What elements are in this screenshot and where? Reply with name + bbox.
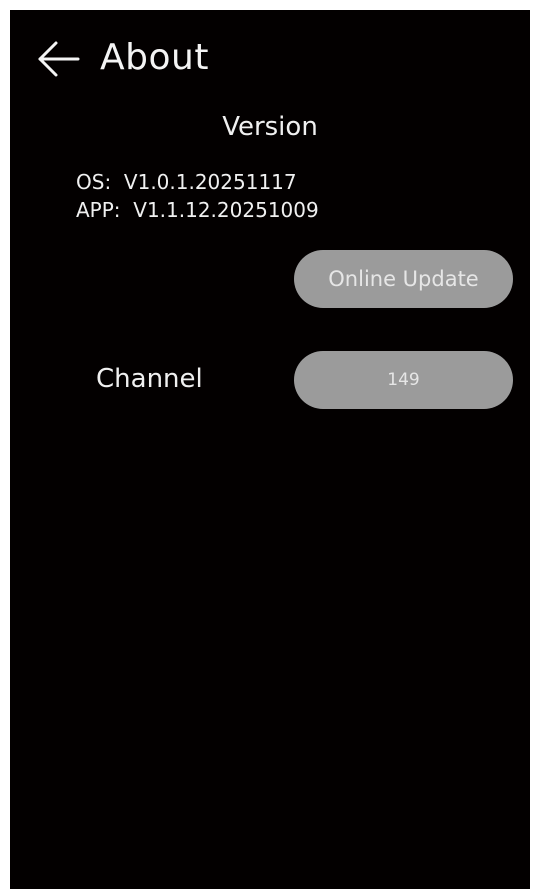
os-version-value: V1.0.1.20251117 — [123, 170, 297, 194]
channel-label: Channel — [96, 364, 203, 394]
app-version-row: APP: V1.1.12.20251009 — [76, 198, 319, 222]
app-label: APP: — [76, 198, 121, 222]
arrow-left-icon — [37, 40, 81, 78]
version-heading: Version — [222, 112, 318, 142]
online-update-button[interactable]: Online Update — [294, 250, 513, 308]
back-button[interactable] — [37, 40, 81, 78]
app-version-value: V1.1.12.20251009 — [133, 198, 319, 222]
page-title: About — [100, 37, 209, 78]
channel-value-button[interactable]: 149 — [294, 351, 513, 409]
about-screen: About Version OS: V1.0.1.20251117 APP: V… — [10, 10, 530, 889]
os-version-row: OS: V1.0.1.20251117 — [76, 170, 297, 194]
os-label: OS: — [76, 170, 112, 194]
